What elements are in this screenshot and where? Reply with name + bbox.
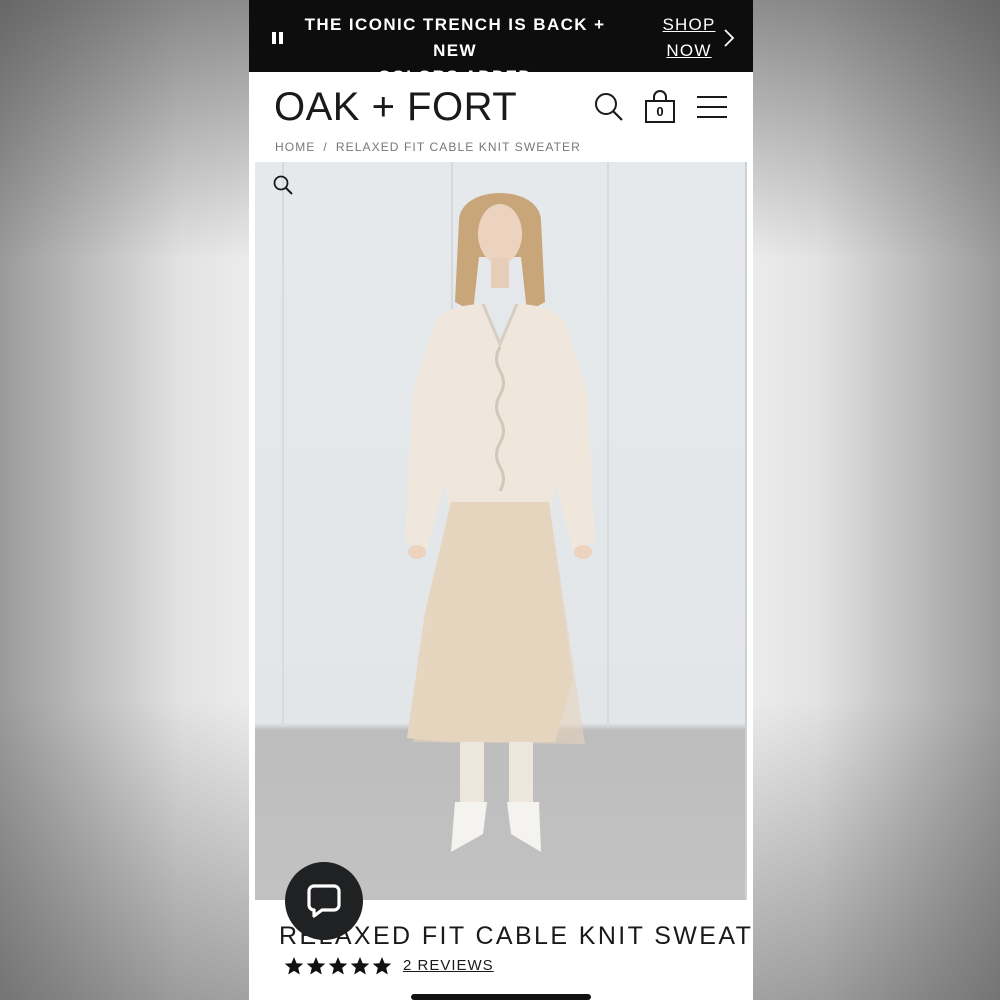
mobile-page: THE ICONIC TRENCH IS BACK + NEW COLORS A… bbox=[249, 0, 753, 1000]
promo-banner: THE ICONIC TRENCH IS BACK + NEW COLORS A… bbox=[249, 0, 753, 86]
shop-now-line-2: NOW bbox=[666, 41, 712, 60]
product-image[interactable] bbox=[255, 162, 747, 900]
breadcrumb-separator: / bbox=[323, 140, 328, 154]
product-rating: 2 REVIEWS bbox=[284, 955, 494, 977]
chevron-right-icon[interactable] bbox=[723, 28, 735, 48]
site-header: OAK + FORT 0 bbox=[249, 72, 753, 140]
star-icon bbox=[372, 957, 392, 975]
cart-button[interactable]: 0 bbox=[643, 90, 677, 124]
star-rating bbox=[284, 956, 392, 976]
home-indicator bbox=[411, 994, 591, 1000]
search-icon[interactable] bbox=[593, 91, 625, 123]
product-photo bbox=[282, 162, 609, 852]
star-icon bbox=[350, 957, 370, 975]
image-scrollbar bbox=[745, 162, 747, 900]
breadcrumb-home[interactable]: HOME bbox=[275, 140, 315, 154]
cart-count: 0 bbox=[656, 104, 664, 119]
shop-now-line-1: SHOP bbox=[662, 15, 716, 34]
brand-logo[interactable]: OAK + FORT bbox=[274, 85, 517, 129]
chat-bubble-icon bbox=[307, 884, 341, 918]
breadcrumb-current: RELAXED FIT CABLE KNIT SWEATER bbox=[335, 140, 581, 154]
star-icon bbox=[328, 957, 348, 975]
promo-line-1: THE ICONIC TRENCH IS BACK + NEW bbox=[304, 15, 606, 60]
pause-icon[interactable] bbox=[272, 32, 284, 44]
star-icon bbox=[306, 957, 326, 975]
chat-button[interactable] bbox=[285, 862, 363, 940]
zoom-icon[interactable] bbox=[272, 174, 294, 196]
breadcrumb: HOME / RELAXED FIT CABLE KNIT SWEATER bbox=[275, 140, 735, 156]
hamburger-menu-icon[interactable] bbox=[695, 94, 729, 120]
reviews-link[interactable]: 2 REVIEWS bbox=[403, 956, 494, 976]
shop-now-link[interactable]: SHOP NOW bbox=[657, 12, 721, 64]
star-icon bbox=[284, 957, 304, 975]
